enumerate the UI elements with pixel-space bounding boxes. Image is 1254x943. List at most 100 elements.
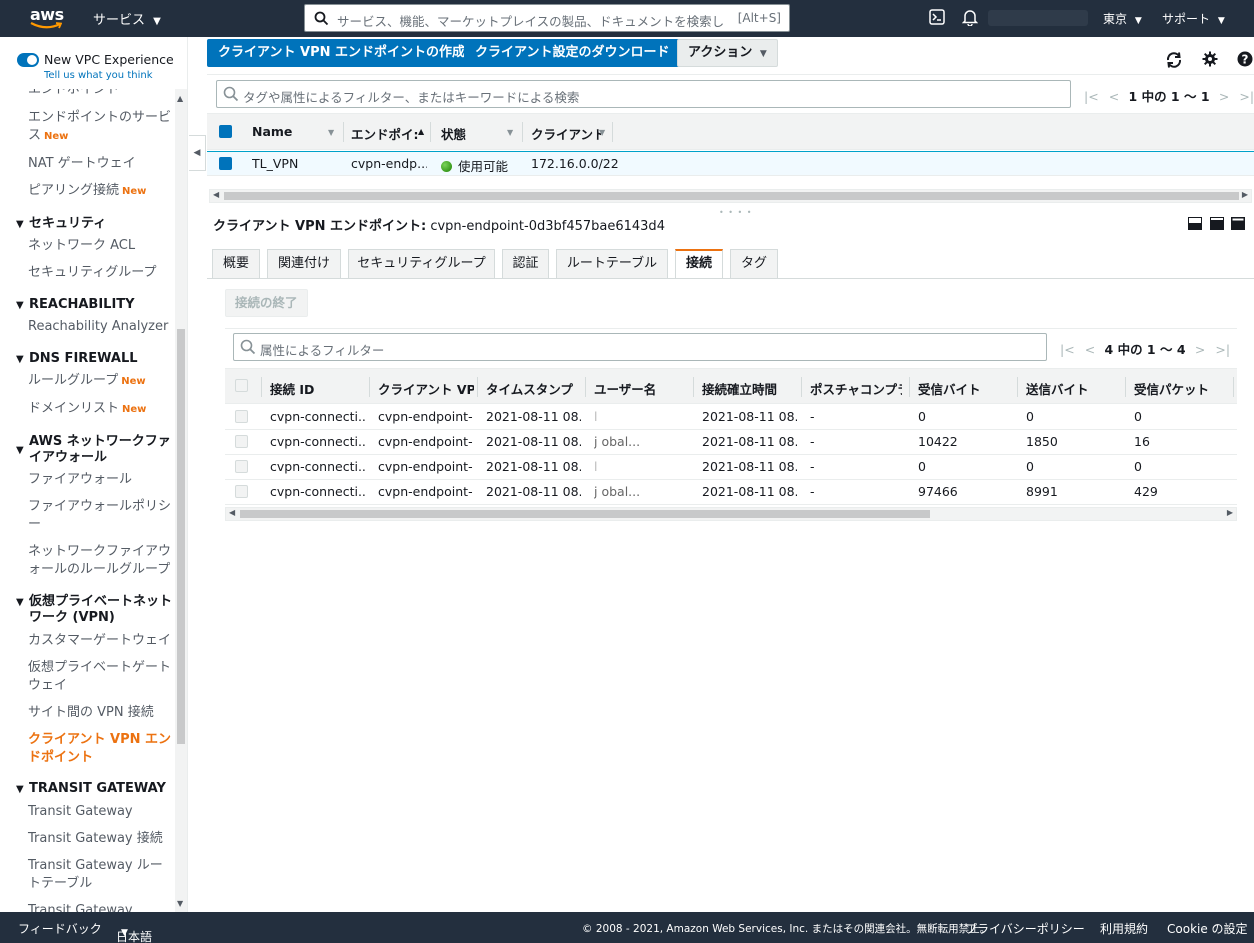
sidebar-item-client-vpn-endpoints[interactable]: クライアント VPN エンドポイント bbox=[28, 731, 173, 767]
sidebar-section-reachability[interactable]: ▼ REACHABILITY bbox=[16, 297, 174, 313]
select-all-checkbox[interactable] bbox=[235, 379, 248, 392]
scroll-thumb[interactable] bbox=[224, 192, 1239, 200]
sidebar-item-network-firewall-rule-groups[interactable]: ネットワークファイアウォールのルールグループ bbox=[28, 543, 173, 579]
tab-authorization[interactable]: 認証 bbox=[502, 249, 549, 279]
column-header-egress-bytes[interactable]: 送信バイト bbox=[1026, 379, 1122, 398]
row-checkbox[interactable] bbox=[235, 410, 248, 423]
column-header-posture-compliance[interactable]: ポスチャコンプラ bbox=[810, 379, 902, 398]
sidebar-item-site-to-site-vpn[interactable]: サイト間の VPN 接続 bbox=[28, 704, 173, 722]
sidebar-item-nat-gateway[interactable]: NAT ゲートウェイ bbox=[28, 155, 173, 173]
cookie-settings-link[interactable]: Cookie の設定 bbox=[1167, 920, 1248, 937]
collapse-sidebar-button[interactable]: ◀ bbox=[189, 135, 206, 171]
table-row[interactable]: cvpn-connecti... cvpn-endpoint-... 2021-… bbox=[225, 430, 1237, 455]
row-checkbox[interactable] bbox=[235, 485, 248, 498]
table-row-selected[interactable]: TL_VPN cvpn-endp... 使用可能 172.16.0.0/22 bbox=[207, 151, 1254, 176]
gear-icon[interactable] bbox=[1202, 51, 1218, 67]
sidebar-scroll-thumb[interactable] bbox=[177, 329, 185, 744]
last-page-icon[interactable]: >| bbox=[1215, 342, 1230, 357]
connections-filter-input[interactable]: 属性によるフィルター bbox=[233, 333, 1047, 361]
feedback-link[interactable]: フィードバック bbox=[18, 920, 102, 937]
tab-connections[interactable]: 接続 bbox=[675, 249, 723, 279]
cloudshell-icon[interactable] bbox=[929, 9, 945, 25]
privacy-link[interactable]: プライバシーポリシー bbox=[965, 920, 1085, 937]
next-page-icon[interactable]: > bbox=[1219, 89, 1229, 104]
sidebar-item-peering[interactable]: ピアリング接続 New bbox=[28, 182, 173, 201]
column-header-timestamp[interactable]: タイムスタンプ bbox=[486, 379, 582, 398]
column-header-client-cidr[interactable]: クライアント bbox=[531, 124, 601, 143]
endpoints-filter-input[interactable]: タグや属性によるフィルター、またはキーワードによる検索 bbox=[216, 80, 1071, 108]
endpoints-horizontal-scrollbar[interactable]: ◀ ▶ bbox=[209, 189, 1252, 203]
sidebar-item-transit-gateway-route-tables[interactable]: Transit Gateway ルートテーブル bbox=[28, 857, 173, 893]
scroll-right-icon[interactable]: ▶ bbox=[1227, 508, 1233, 517]
prev-page-icon[interactable]: < bbox=[1085, 342, 1095, 357]
chevron-down-icon[interactable]: ▼ bbox=[599, 128, 605, 137]
support-menu[interactable]: サポート ▼ bbox=[1162, 10, 1225, 27]
help-icon[interactable]: ? bbox=[1237, 51, 1253, 67]
tab-security-groups[interactable]: セキュリティグループ bbox=[348, 249, 495, 279]
feedback-link[interactable]: Tell us what you think bbox=[44, 70, 153, 81]
resize-handle-icon[interactable]: • • • • bbox=[719, 208, 753, 217]
column-header-established-time[interactable]: 接続確立時間 bbox=[702, 379, 798, 398]
column-header-status[interactable]: 状態 bbox=[441, 124, 501, 143]
connections-horizontal-scrollbar[interactable]: ◀ ▶ bbox=[225, 507, 1237, 521]
column-header-connection-id[interactable]: 接続 ID bbox=[270, 379, 365, 398]
chevron-down-icon[interactable]: ▼ bbox=[507, 128, 513, 137]
sidebar-item-reachability-analyzer[interactable]: Reachability Analyzer bbox=[28, 318, 173, 336]
sidebar-item-endpoints[interactable]: エンドポイント bbox=[28, 89, 173, 99]
tab-route-table[interactable]: ルートテーブル bbox=[556, 249, 668, 279]
column-separator[interactable] bbox=[343, 122, 344, 142]
sidebar-item-firewall-policies[interactable]: ファイアウォールポリシー bbox=[28, 498, 173, 534]
region-selector[interactable]: 東京 ▼ bbox=[1103, 10, 1142, 27]
sidebar-section-vpn[interactable]: ▼ 仮想プライベートネットワーク (VPN) bbox=[16, 594, 174, 626]
chevron-down-icon[interactable]: ▼ bbox=[328, 128, 334, 137]
column-header-username[interactable]: ユーザー名 bbox=[594, 379, 690, 398]
terminate-connection-button[interactable]: 接続の終了 bbox=[225, 289, 308, 317]
sidebar-section-transit-gateway[interactable]: ▼ TRANSIT GATEWAY bbox=[16, 781, 174, 797]
refresh-icon[interactable] bbox=[1165, 51, 1183, 69]
sidebar-item-transit-gateways[interactable]: Transit Gateway bbox=[28, 803, 173, 821]
sidebar-item-security-groups[interactable]: セキュリティグループ bbox=[28, 264, 173, 282]
table-row[interactable]: cvpn-connecti... cvpn-endpoint-... 2021-… bbox=[225, 405, 1237, 430]
sidebar-item-endpoint-services[interactable]: エンドポイントのサービス New bbox=[28, 109, 173, 146]
sidebar-item-network-acl[interactable]: ネットワーク ACL bbox=[28, 237, 173, 255]
first-page-icon[interactable]: |< bbox=[1084, 89, 1099, 104]
row-checkbox[interactable] bbox=[219, 157, 232, 170]
select-all-checkbox[interactable] bbox=[219, 125, 232, 138]
layout-split-icon[interactable] bbox=[1210, 217, 1224, 230]
scroll-down-icon[interactable]: ▼ bbox=[177, 899, 183, 908]
sidebar-item-transit-gateway-attachments[interactable]: Transit Gateway 接続 bbox=[28, 830, 173, 848]
tab-overview[interactable]: 概要 bbox=[212, 249, 260, 279]
terms-link[interactable]: 利用規約 bbox=[1100, 920, 1148, 937]
column-separator[interactable] bbox=[612, 122, 613, 142]
scroll-left-icon[interactable]: ◀ bbox=[213, 190, 219, 199]
services-menu[interactable]: サービス ▼ bbox=[93, 9, 161, 28]
sidebar-scrollbar[interactable]: ▲ ▼ bbox=[175, 89, 187, 912]
column-separator[interactable] bbox=[522, 122, 523, 142]
create-client-vpn-endpoint-button[interactable]: クライアント VPN エンドポイントの作成 bbox=[207, 39, 477, 67]
column-separator[interactable] bbox=[430, 122, 431, 142]
sidebar-item-virtual-private-gateways[interactable]: 仮想プライベートゲートウェイ bbox=[28, 659, 173, 695]
sidebar-section-security[interactable]: ▼ セキュリティ bbox=[16, 216, 174, 232]
sidebar-item-rule-groups[interactable]: ルールグループ New bbox=[28, 372, 173, 391]
scroll-up-icon[interactable]: ▲ bbox=[177, 94, 183, 103]
column-header-endpoint-id[interactable]: エンドポイ: bbox=[351, 124, 427, 143]
account-name-redacted[interactable] bbox=[988, 10, 1088, 26]
tab-associations[interactable]: 関連付け bbox=[267, 249, 341, 279]
first-page-icon[interactable]: |< bbox=[1060, 342, 1075, 357]
layout-full-icon[interactable] bbox=[1231, 217, 1245, 230]
global-search-input[interactable]: サービス、機能、マーケットプレイスの製品、ドキュメントを検索し [Alt+S] bbox=[304, 4, 790, 32]
vpc-experience-toggle[interactable] bbox=[17, 53, 39, 67]
sidebar-item-transit-gateway-more[interactable]: Transit Gateway bbox=[28, 902, 173, 912]
sidebar-item-firewalls[interactable]: ファイアウォール bbox=[28, 471, 173, 489]
sidebar-section-dns-firewall[interactable]: ▼ DNS FIREWALL bbox=[16, 351, 174, 367]
column-header-ingress-packets[interactable]: 受信パケット bbox=[1134, 379, 1230, 398]
bell-icon[interactable] bbox=[962, 9, 978, 26]
next-page-icon[interactable]: > bbox=[1195, 342, 1205, 357]
column-header-ingress-bytes[interactable]: 受信バイト bbox=[918, 379, 1014, 398]
scroll-right-icon[interactable]: ▶ bbox=[1242, 190, 1248, 199]
aws-logo[interactable]: aws bbox=[30, 5, 64, 31]
table-row[interactable]: cvpn-connecti... cvpn-endpoint-... 2021-… bbox=[225, 480, 1237, 505]
last-page-icon[interactable]: >| bbox=[1239, 89, 1254, 104]
row-checkbox[interactable] bbox=[235, 460, 248, 473]
sort-up-icon[interactable]: ▲ bbox=[418, 127, 424, 136]
